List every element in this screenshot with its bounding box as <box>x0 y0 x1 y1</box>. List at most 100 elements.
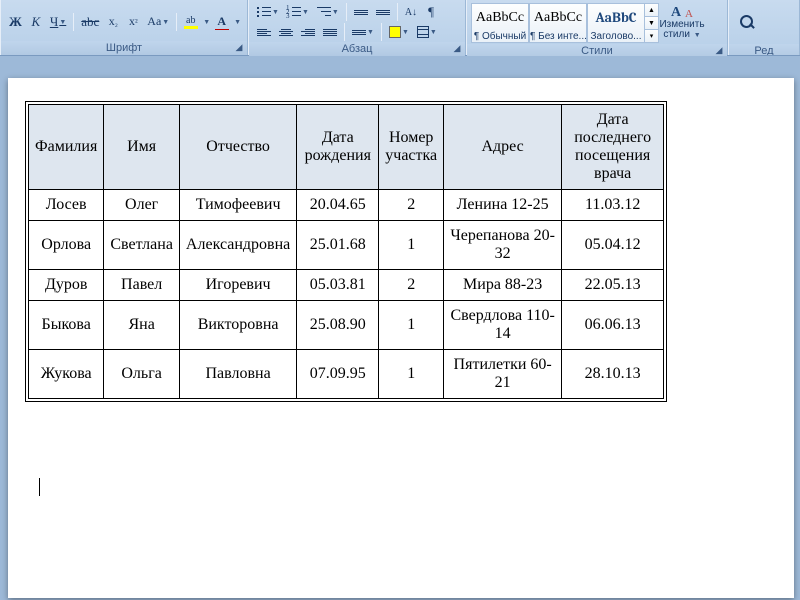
gallery-up-icon[interactable]: ▲ <box>645 4 658 17</box>
find-button[interactable] <box>733 2 763 44</box>
cell[interactable]: Олег <box>104 190 180 221</box>
superscript-button[interactable]: x <box>123 12 143 32</box>
header-surname[interactable]: Фамилия <box>29 105 104 190</box>
gallery-more-icon[interactable]: ▾ <box>645 30 658 42</box>
cell[interactable]: 28.10.13 <box>562 350 664 399</box>
cell[interactable]: 22.05.13 <box>562 270 664 301</box>
header-last-visit[interactable]: Дата последнего посещения врача <box>562 105 664 190</box>
cell[interactable]: Игоревич <box>179 270 296 301</box>
numbering-button[interactable]: 123▼ <box>283 2 313 22</box>
sort-button[interactable]: A↓ <box>401 2 421 22</box>
table-row[interactable]: Орлова Светлана Александровна 25.01.68 1… <box>29 221 664 270</box>
group-label-paragraph: Абзац ◢ <box>249 42 465 56</box>
increase-indent-button[interactable] <box>372 2 394 22</box>
highlight-dropdown[interactable]: ▼ <box>201 12 211 32</box>
ribbon: Ж К Ч▼ abc x x Aa▼ ab ▼ A ▼ Шрифт ◢ ▼ <box>0 0 800 56</box>
change-styles-button[interactable]: Изменить стили ▼ <box>659 2 705 44</box>
cell[interactable]: Светлана <box>104 221 180 270</box>
subscript-button[interactable]: x <box>103 12 123 32</box>
document-page[interactable]: Фамилия Имя Отчество Дата рождения Номер… <box>8 78 794 598</box>
table-row[interactable]: Жукова Ольга Павловна 07.09.95 1 Пятилет… <box>29 350 664 399</box>
table-row[interactable]: Быкова Яна Викторовна 25.08.90 1 Свердло… <box>29 301 664 350</box>
table-row[interactable]: Дуров Павел Игоревич 05.03.81 2 Мира 88-… <box>29 270 664 301</box>
cell[interactable]: Жукова <box>29 350 104 399</box>
header-district[interactable]: Номер участка <box>379 105 444 190</box>
header-address[interactable]: Адрес <box>444 105 562 190</box>
shading-button[interactable]: ▼ <box>385 22 413 42</box>
cell[interactable]: Ленина 12-25 <box>444 190 562 221</box>
cell[interactable]: 07.09.95 <box>297 350 379 399</box>
cell[interactable]: 11.03.12 <box>562 190 664 221</box>
gallery-scroll[interactable]: ▲ ▼ ▾ <box>645 3 659 43</box>
show-marks-button[interactable]: ¶ <box>421 2 441 22</box>
patients-table[interactable]: Фамилия Имя Отчество Дата рождения Номер… <box>28 104 664 399</box>
cell[interactable]: Яна <box>104 301 180 350</box>
ribbon-group-styles: AaBbCc ¶ Обычный AaBbCc ¶ Без инте... Aa… <box>466 0 728 55</box>
strikethrough-button[interactable]: abc <box>77 12 103 32</box>
document-workspace: Фамилия Имя Отчество Дата рождения Номер… <box>0 56 800 600</box>
gallery-down-icon[interactable]: ▼ <box>645 17 658 30</box>
cell[interactable]: Тимофеевич <box>179 190 296 221</box>
cell[interactable]: Мира 88-23 <box>444 270 562 301</box>
cell[interactable]: 05.03.81 <box>297 270 379 301</box>
style-item-no-spacing[interactable]: AaBbCc ¶ Без инте... <box>529 3 587 43</box>
align-right-button[interactable] <box>297 22 319 42</box>
cell[interactable]: Черепанова 20-32 <box>444 221 562 270</box>
cell[interactable]: 20.04.65 <box>297 190 379 221</box>
header-name[interactable]: Имя <box>104 105 180 190</box>
cell[interactable]: 25.01.68 <box>297 221 379 270</box>
change-styles-icon <box>671 5 693 20</box>
cell[interactable]: Викторовна <box>179 301 296 350</box>
cell[interactable]: 2 <box>379 190 444 221</box>
cell[interactable]: Быкова <box>29 301 104 350</box>
cell[interactable]: Ольга <box>104 350 180 399</box>
cell[interactable]: Орлова <box>29 221 104 270</box>
justify-button[interactable] <box>319 22 341 42</box>
decrease-indent-button[interactable] <box>350 2 372 22</box>
table-row[interactable]: Лосев Олег Тимофеевич 20.04.65 2 Ленина … <box>29 190 664 221</box>
italic-button[interactable]: К <box>26 12 46 32</box>
highlight-button[interactable]: ab <box>180 12 201 32</box>
ribbon-group-editing: Ред <box>728 0 800 55</box>
table-header-row: Фамилия Имя Отчество Дата рождения Номер… <box>29 105 664 190</box>
style-item-heading[interactable]: AaBbC Заголово... <box>587 3 645 43</box>
cell[interactable]: Пятилетки 60-21 <box>444 350 562 399</box>
styles-gallery[interactable]: AaBbCc ¶ Обычный AaBbCc ¶ Без инте... Aa… <box>471 3 659 43</box>
cell[interactable]: 2 <box>379 270 444 301</box>
multilevel-list-button[interactable]: ▼ <box>313 2 343 22</box>
font-color-dropdown[interactable]: ▼ <box>232 12 242 32</box>
cell[interactable]: Александровна <box>179 221 296 270</box>
cell[interactable]: 1 <box>379 301 444 350</box>
header-patronymic[interactable]: Отчество <box>179 105 296 190</box>
change-case-button[interactable]: Aa▼ <box>143 12 173 32</box>
cell[interactable]: Дуров <box>29 270 104 301</box>
bullets-button[interactable]: ▼ <box>253 2 283 22</box>
cell[interactable]: 06.06.13 <box>562 301 664 350</box>
find-icon <box>739 14 757 32</box>
font-dialog-launcher-icon[interactable]: ◢ <box>233 41 245 53</box>
cell[interactable]: 05.04.12 <box>562 221 664 270</box>
cell[interactable]: Павел <box>104 270 180 301</box>
text-cursor <box>39 478 40 496</box>
styles-dialog-launcher-icon[interactable]: ◢ <box>713 44 725 56</box>
group-label-font: Шрифт ◢ <box>1 41 247 55</box>
ribbon-group-font: Ж К Ч▼ abc x x Aa▼ ab ▼ A ▼ Шрифт ◢ <box>0 0 248 55</box>
cell[interactable]: 1 <box>379 350 444 399</box>
paragraph-dialog-launcher-icon[interactable]: ◢ <box>451 42 463 54</box>
group-label-editing: Ред <box>729 44 799 55</box>
ribbon-group-paragraph: ▼ 123▼ ▼ A↓ ¶ ▼ <box>248 0 466 55</box>
line-spacing-button[interactable]: ▼ <box>348 22 378 42</box>
style-item-normal[interactable]: AaBbCc ¶ Обычный <box>471 3 529 43</box>
underline-button[interactable]: Ч▼ <box>46 12 70 32</box>
font-color-button[interactable]: A <box>211 12 232 32</box>
cell[interactable]: Свердлова 110-14 <box>444 301 562 350</box>
cell[interactable]: Лосев <box>29 190 104 221</box>
borders-button[interactable]: ▼ <box>413 22 441 42</box>
bold-button[interactable]: Ж <box>5 12 26 32</box>
align-left-button[interactable] <box>253 22 275 42</box>
cell[interactable]: 1 <box>379 221 444 270</box>
header-birthdate[interactable]: Дата рождения <box>297 105 379 190</box>
cell[interactable]: 25.08.90 <box>297 301 379 350</box>
cell[interactable]: Павловна <box>179 350 296 399</box>
align-center-button[interactable] <box>275 22 297 42</box>
